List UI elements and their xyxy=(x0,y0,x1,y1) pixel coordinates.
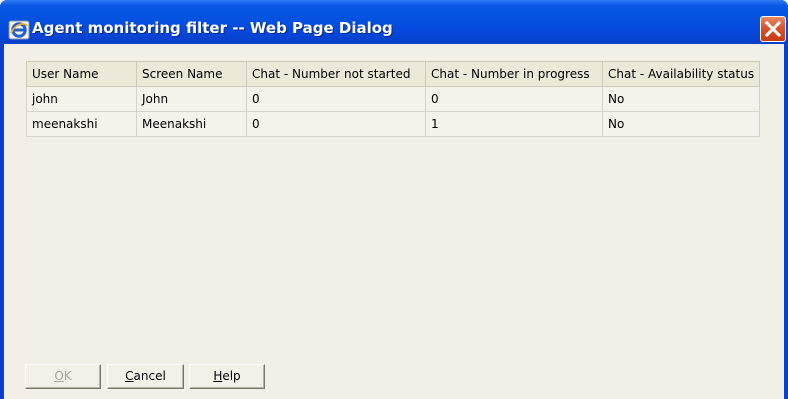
cell-screen-name: John xyxy=(136,86,247,112)
cell-availability: No xyxy=(601,86,761,112)
column-header-user-name[interactable]: User Name xyxy=(26,61,137,87)
agent-table: User Name Screen Name Chat - Number not … xyxy=(26,61,761,137)
table-row[interactable]: john John 0 0 No xyxy=(26,86,761,112)
help-button[interactable]: Help xyxy=(189,364,265,389)
cancel-button-mnemonic: C xyxy=(125,369,134,383)
column-header-not-started[interactable]: Chat - Number not started xyxy=(246,61,426,87)
column-header-screen-name[interactable]: Screen Name xyxy=(136,61,247,87)
dialog-title: Agent monitoring filter -- Web Page Dial… xyxy=(32,19,393,37)
cell-screen-name: Meenakshi xyxy=(136,111,247,137)
dialog-window: Agent monitoring filter -- Web Page Dial… xyxy=(0,0,788,399)
cell-not-started: 0 xyxy=(246,86,426,112)
cell-not-started: 0 xyxy=(246,111,426,137)
title-bar[interactable]: Agent monitoring filter -- Web Page Dial… xyxy=(0,0,788,44)
dialog-body: User Name Screen Name Chat - Number not … xyxy=(4,44,784,399)
cancel-button[interactable]: Cancel xyxy=(107,364,184,389)
column-header-availability[interactable]: Chat - Availability status xyxy=(601,61,761,87)
cell-user-name: john xyxy=(26,86,137,112)
ok-button-label: K xyxy=(63,369,72,383)
ie-page-icon xyxy=(8,20,30,40)
cell-in-progress: 0 xyxy=(425,86,603,112)
help-button-label: elp xyxy=(222,369,241,383)
table-row[interactable]: meenakshi Meenakshi 0 1 No xyxy=(26,111,761,137)
cell-user-name: meenakshi xyxy=(26,111,137,137)
cancel-button-label: ancel xyxy=(133,369,166,383)
cell-availability: No xyxy=(601,111,761,137)
close-button[interactable] xyxy=(760,16,786,42)
ok-button[interactable]: OK xyxy=(25,364,101,389)
column-header-in-progress[interactable]: Chat - Number in progress xyxy=(425,61,603,87)
help-button-mnemonic: H xyxy=(213,369,223,383)
cell-in-progress: 1 xyxy=(425,111,603,137)
ok-button-mnemonic: O xyxy=(54,369,64,383)
close-icon xyxy=(764,20,782,38)
table-header-row: User Name Screen Name Chat - Number not … xyxy=(26,61,761,87)
